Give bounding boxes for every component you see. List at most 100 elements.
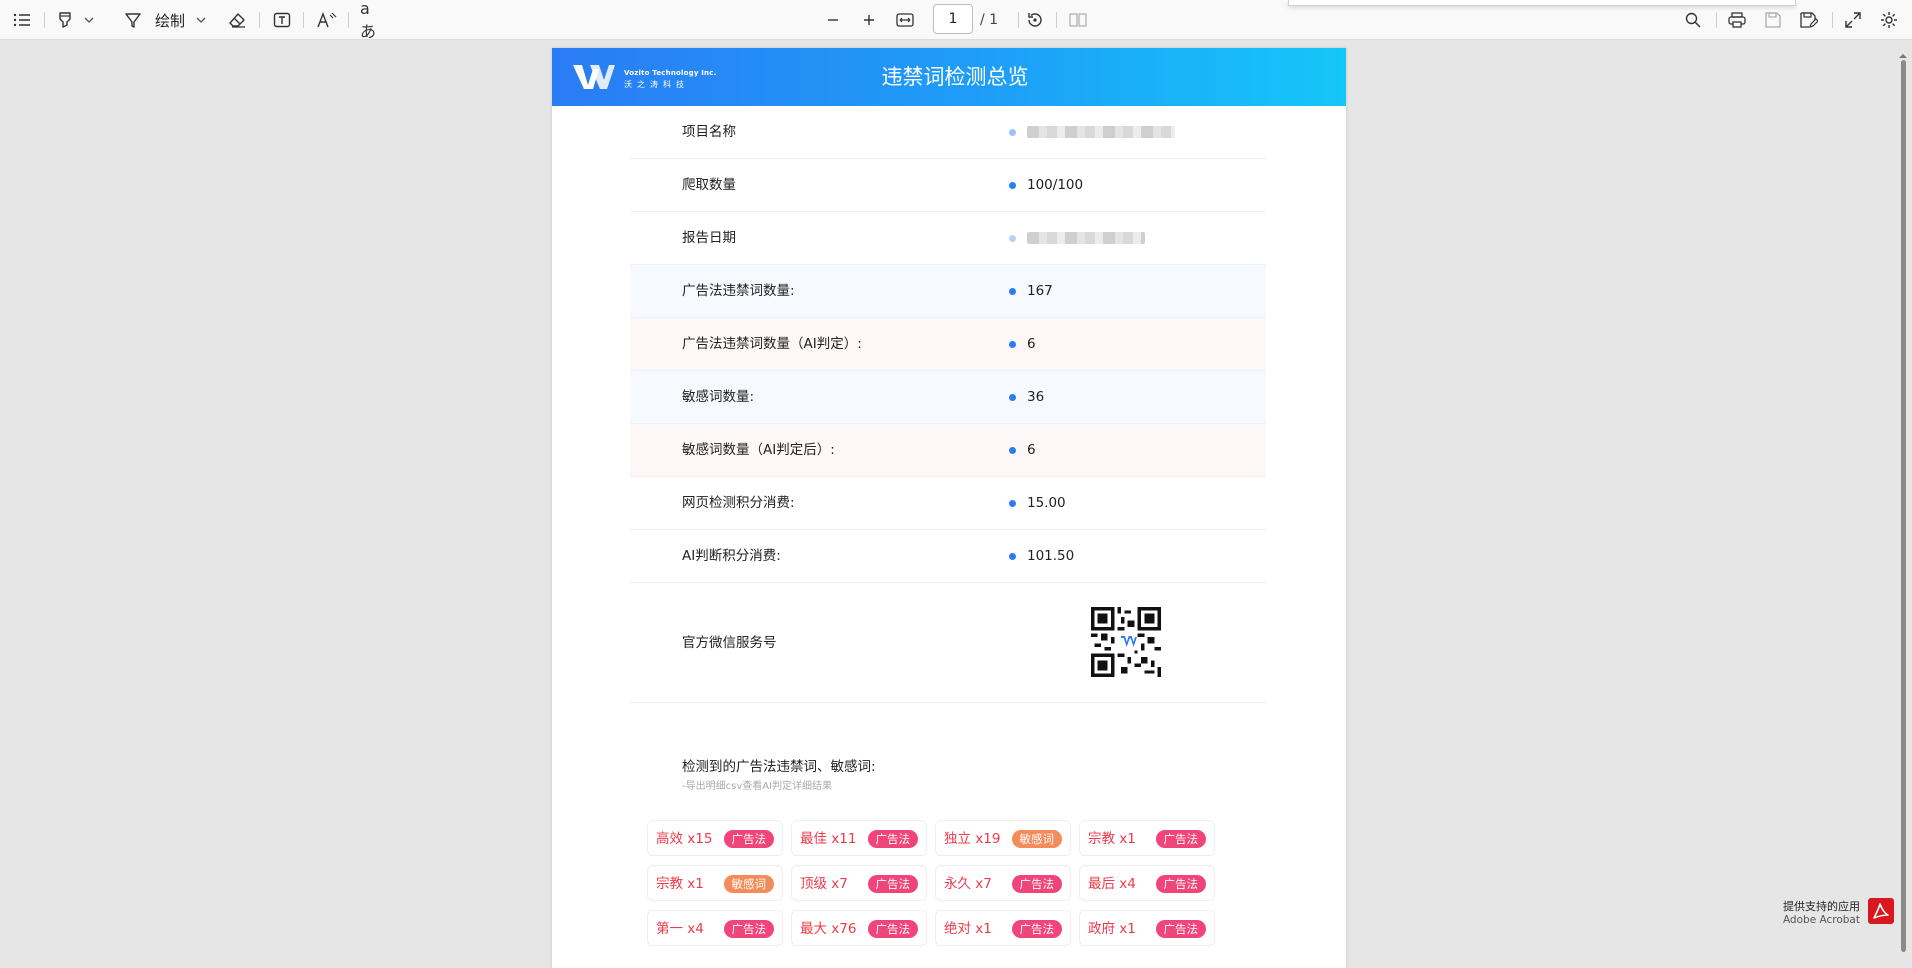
word-count: 永久 x7 bbox=[944, 876, 992, 892]
summary-row-ad-law-count: 广告法违禁词数量: 167 bbox=[630, 265, 1266, 318]
word-tag: 高效 x15 广告法 bbox=[647, 820, 783, 856]
ad-law-badge: 广告法 bbox=[867, 920, 918, 938]
bullet-dot bbox=[1009, 553, 1016, 560]
page-number-input[interactable]: 1 bbox=[933, 4, 973, 34]
bullet-dot bbox=[1009, 447, 1016, 454]
word-count: 绝对 x1 bbox=[944, 921, 992, 937]
word-count: 政府 x1 bbox=[1088, 921, 1136, 937]
save-as-icon[interactable] bbox=[1796, 0, 1822, 40]
fit-width-icon[interactable] bbox=[892, 0, 918, 40]
summary-table: 项目名称 爬取数量 100/100 报告日期 广告法违禁词数量: 167 广告法… bbox=[630, 106, 1266, 703]
fullscreen-icon[interactable] bbox=[1840, 0, 1866, 40]
word-count: 最后 x4 bbox=[1088, 876, 1136, 892]
toolbar-divider bbox=[1716, 12, 1717, 28]
detected-words-title: 检测到的广告法违禁词、敏感词: bbox=[682, 759, 876, 775]
ad-law-badge: 广告法 bbox=[723, 920, 774, 938]
draw-button[interactable]: 绘制 bbox=[150, 0, 190, 40]
toolbar-divider bbox=[1018, 12, 1019, 28]
row-label: AI判断积分消费: bbox=[682, 548, 781, 564]
read-aloud-icon[interactable] bbox=[315, 0, 339, 40]
row-label: 项目名称 bbox=[682, 124, 736, 140]
summary-row-sensitive-count: 敏感词数量: 36 bbox=[630, 371, 1266, 424]
word-count: 独立 x19 bbox=[944, 831, 1001, 847]
toolbar-divider bbox=[1056, 12, 1057, 28]
summary-row-wechat-account: 官方微信服务号 bbox=[630, 583, 1266, 703]
detected-words-subtitle: -导出明细csv查看AI判定详细结果 bbox=[682, 781, 833, 792]
chevron-down-icon[interactable] bbox=[82, 0, 96, 40]
pdf-toolbar: 绘制 aあ 1 / 1 bbox=[0, 0, 1912, 41]
toolbar-divider bbox=[303, 12, 304, 28]
zoom-in-icon[interactable] bbox=[856, 0, 882, 40]
word-tag: 第一 x4 广告法 bbox=[647, 910, 783, 946]
draw-label: 绘制 bbox=[154, 11, 185, 30]
word-tag: 独立 x19 敏感词 bbox=[935, 820, 1071, 856]
word-count: 顶级 x7 bbox=[800, 876, 848, 892]
vertical-scrollbar-thumb[interactable] bbox=[1901, 60, 1906, 952]
summary-row-crawl-count: 爬取数量 100/100 bbox=[630, 159, 1266, 212]
report-title: 违禁词检测总览 bbox=[881, 65, 1029, 89]
summary-row-report-date: 报告日期 bbox=[630, 212, 1266, 265]
ad-law-badge: 广告法 bbox=[867, 830, 918, 848]
bullet-dot bbox=[1009, 394, 1016, 401]
row-label: 广告法违禁词数量: bbox=[682, 283, 795, 299]
toolbar-divider bbox=[348, 12, 349, 28]
ad-law-badge: 广告法 bbox=[1011, 875, 1062, 893]
toolbar-divider bbox=[1832, 12, 1833, 28]
zoom-out-icon[interactable] bbox=[820, 0, 846, 40]
word-tag: 宗教 x1 敏感词 bbox=[647, 865, 783, 901]
ad-law-badge: 广告法 bbox=[723, 830, 774, 848]
redacted-value bbox=[1027, 126, 1175, 138]
chevron-down-icon[interactable] bbox=[194, 0, 208, 40]
summary-row-project-name: 项目名称 bbox=[630, 106, 1266, 159]
settings-icon[interactable] bbox=[1876, 0, 1902, 40]
bullet-dot bbox=[1009, 235, 1016, 242]
summary-row-ai-credit-cost: AI判断积分消费: 101.50 bbox=[630, 530, 1266, 583]
row-value: 36 bbox=[1027, 389, 1045, 405]
ad-law-badge: 广告法 bbox=[867, 875, 918, 893]
acrobat-attribution[interactable]: 提供支持的应用 Adobe Acrobat bbox=[1736, 896, 1906, 932]
row-label: 官方微信服务号 bbox=[682, 635, 777, 651]
text-box-icon[interactable] bbox=[271, 0, 293, 40]
acrobat-name: Adobe Acrobat bbox=[1782, 914, 1860, 926]
list-icon[interactable] bbox=[10, 0, 34, 40]
word-count: 高效 x15 bbox=[656, 831, 713, 847]
bullet-dot bbox=[1009, 288, 1016, 295]
word-tag: 最佳 x11 广告法 bbox=[791, 820, 927, 856]
row-label: 报告日期 bbox=[682, 230, 736, 246]
row-value: 101.50 bbox=[1027, 548, 1075, 564]
scroll-up-arrow-icon[interactable] bbox=[1898, 46, 1908, 58]
word-count: 最佳 x11 bbox=[800, 831, 857, 847]
summary-row-ad-law-ai-count: 广告法违禁词数量（AI判定）: 6 bbox=[630, 318, 1266, 371]
row-value: 100/100 bbox=[1027, 177, 1084, 193]
ad-law-badge: 广告法 bbox=[1011, 920, 1062, 938]
row-label: 广告法违禁词数量（AI判定）: bbox=[682, 336, 862, 352]
wechat-qr-code bbox=[1091, 607, 1161, 677]
word-tag: 最后 x4 广告法 bbox=[1079, 865, 1215, 901]
save-icon[interactable] bbox=[1760, 0, 1786, 40]
word-count: 宗教 x1 bbox=[1088, 831, 1136, 847]
bullet-dot bbox=[1009, 129, 1016, 136]
popup-panel-edge bbox=[1288, 0, 1796, 6]
eraser-icon[interactable] bbox=[226, 0, 248, 40]
sensitive-word-badge: 敏感词 bbox=[723, 875, 774, 893]
ad-law-badge: 广告法 bbox=[1155, 875, 1206, 893]
translate-icon[interactable]: aあ bbox=[360, 0, 384, 41]
bullet-dot bbox=[1009, 341, 1016, 348]
ad-law-badge: 广告法 bbox=[1155, 920, 1206, 938]
row-label: 敏感词数量: bbox=[682, 389, 755, 405]
acrobat-caption: 提供支持的应用 bbox=[1783, 900, 1860, 913]
summary-row-sensitive-ai-count: 敏感词数量（AI判定后）: 6 bbox=[630, 424, 1266, 477]
adobe-acrobat-icon bbox=[1868, 898, 1894, 924]
toolbar-divider bbox=[259, 12, 260, 28]
word-tag: 绝对 x1 广告法 bbox=[935, 910, 1071, 946]
draw-icon[interactable] bbox=[122, 0, 144, 40]
bullet-dot bbox=[1009, 500, 1016, 507]
page-view-icon[interactable] bbox=[1066, 0, 1090, 40]
highlight-icon[interactable] bbox=[54, 0, 76, 40]
word-count: 宗教 x1 bbox=[656, 876, 704, 892]
word-tag: 最大 x76 广告法 bbox=[791, 910, 927, 946]
search-icon[interactable] bbox=[1680, 0, 1706, 40]
page-total: / 1 bbox=[980, 12, 999, 28]
rotate-icon[interactable] bbox=[1022, 0, 1048, 40]
print-icon[interactable] bbox=[1724, 0, 1750, 40]
